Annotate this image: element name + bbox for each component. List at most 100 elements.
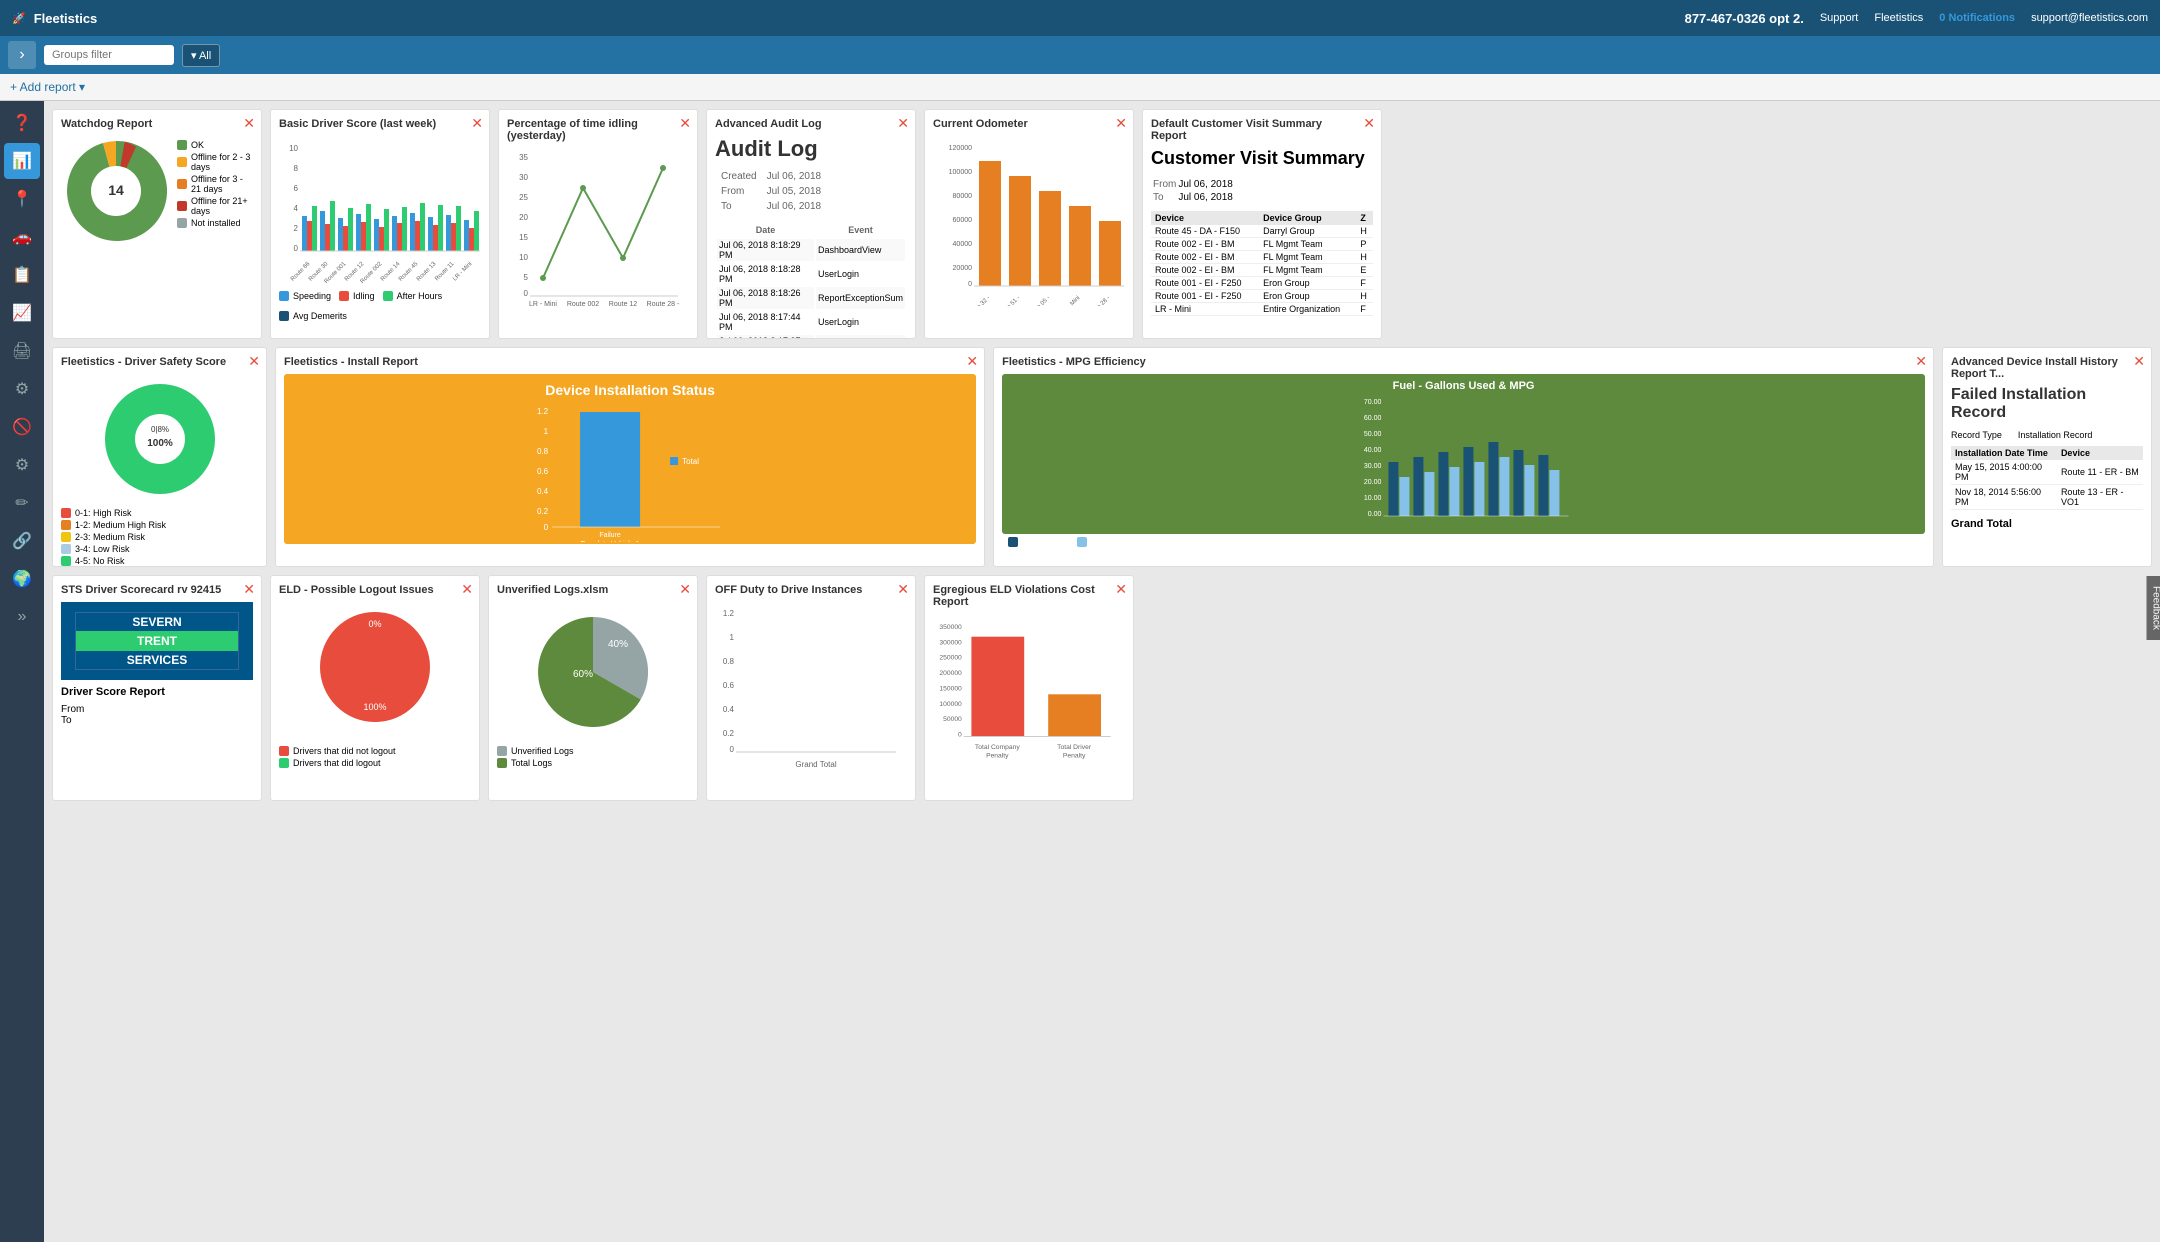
sidebar-item-block[interactable]: 🚫 [4, 409, 40, 445]
cv-to: Jul 06, 2018 [1178, 192, 1233, 203]
svg-text:Total Company: Total Company [975, 744, 1020, 751]
watchdog-close[interactable]: ✕ [243, 116, 255, 130]
svg-text:0.6: 0.6 [723, 681, 735, 690]
odometer-close[interactable]: ✕ [1115, 116, 1127, 130]
add-report-button[interactable]: + Add report ▾ [10, 80, 85, 94]
svg-text:20: 20 [519, 213, 528, 222]
svg-text:Route 51 -: Route 51 - [997, 295, 1021, 306]
eld-pie-chart: 0% 100% [310, 602, 440, 742]
fleetistics-link[interactable]: Fleetistics [1874, 12, 1923, 24]
phone-number: 877-467-0326 opt 2. [1685, 11, 1804, 26]
sts-report-title: Driver Score Report [61, 686, 253, 698]
pct-idling-widget: Percentage of time idling (yesterday) ✕ … [498, 109, 698, 339]
pct-idling-close[interactable]: ✕ [679, 116, 691, 130]
sidebar-item-print[interactable]: 🖨 [4, 333, 40, 369]
legend-21plus: Offline for 21+ days [191, 196, 253, 216]
mpg-close[interactable]: ✕ [1915, 354, 1927, 368]
audit-meta-table: CreatedJul 06, 2018 FromJul 05, 2018 ToJ… [715, 168, 827, 215]
user-email[interactable]: support@fleetistics.com [2031, 12, 2148, 24]
sidebar-item-settings[interactable]: ⚙ [4, 371, 40, 407]
groups-filter-input[interactable] [44, 45, 174, 65]
table-row: Route 45 - DA - F150Darryl GroupH [1151, 225, 1373, 238]
svg-text:4: 4 [294, 204, 299, 213]
svg-text:Failure: Failure [599, 532, 621, 539]
svg-text:Route 12: Route 12 [609, 301, 638, 308]
customer-visit-close[interactable]: ✕ [1363, 116, 1375, 130]
sidebar-item-help[interactable]: ❓ [4, 105, 40, 141]
sidebar-item-more[interactable]: » [4, 599, 40, 635]
svg-text:Template Vehicle 1: Template Vehicle 1 [581, 541, 640, 542]
svg-text:2: 2 [294, 224, 299, 233]
fi-header: Failed Installation Record [1951, 386, 2143, 422]
svg-text:0.8: 0.8 [537, 447, 549, 456]
sidebar-item-config[interactable]: ⚙ [4, 447, 40, 483]
driver-safety-widget: Fleetistics - Driver Safety Score ✕ 0|8%… [52, 347, 267, 567]
feedback-tab[interactable]: Feedback [2147, 576, 2160, 640]
legend-idling: Idling [353, 291, 375, 301]
svg-text:40%: 40% [608, 639, 628, 650]
svg-text:0.4: 0.4 [537, 487, 549, 496]
svg-text:14: 14 [108, 182, 124, 198]
audit-log-widget: Advanced Audit Log ✕ Audit Log CreatedJu… [706, 109, 916, 339]
svg-text:40000: 40000 [953, 241, 973, 248]
legend-total-logs: Total Logs [511, 758, 552, 768]
svg-text:30: 30 [519, 173, 528, 182]
failed-install-close[interactable]: ✕ [2133, 354, 2145, 368]
svg-text:0|8%: 0|8% [150, 425, 168, 434]
sts-title: STS Driver Scorecard rv 92415 [61, 584, 253, 596]
svg-text:0: 0 [294, 244, 299, 253]
sidebar-item-dashboard[interactable]: 📊 [4, 143, 40, 179]
svg-text:0.6: 0.6 [537, 467, 549, 476]
svg-text:Penalty: Penalty [1063, 753, 1086, 760]
nav-chevron[interactable]: › [8, 41, 36, 69]
sidebar-item-reports[interactable]: 📋 [4, 257, 40, 293]
svg-text:60000: 60000 [953, 217, 973, 224]
audit-row: Jul 06, 2018 8:17:37 PMUserLogin [717, 335, 905, 339]
legend-high-risk: 0-1: High Risk [75, 508, 132, 518]
sts-close[interactable]: ✕ [243, 582, 255, 596]
support-link[interactable]: Support [1820, 12, 1859, 24]
offduty-close[interactable]: ✕ [897, 582, 909, 596]
sidebar-item-chart[interactable]: 📈 [4, 295, 40, 331]
sts-line3: SERVICES [76, 651, 238, 669]
driver-safety-close[interactable]: ✕ [248, 354, 260, 368]
notifications-badge[interactable]: 0 Notifications [1939, 12, 2015, 24]
svg-text:6: 6 [294, 184, 299, 193]
fi-col-date: Installation Date Time [1951, 446, 2057, 460]
eld-logout-close[interactable]: ✕ [461, 582, 473, 596]
audit-log-header: Audit Log [715, 136, 907, 162]
customer-visit-title: Default Customer Visit Summary Report [1151, 118, 1373, 142]
svg-text:Route 28 -: Route 28 - [647, 301, 680, 308]
all-dropdown[interactable]: ▾ All [182, 44, 220, 67]
sts-line1: SEVERN [76, 613, 238, 631]
unverified-close[interactable]: ✕ [679, 582, 691, 596]
install-report-close[interactable]: ✕ [966, 354, 978, 368]
svg-text:8: 8 [294, 164, 299, 173]
table-row: Nov 18, 2014 5:56:00 PMRoute 13 - ER - V… [1951, 485, 2143, 510]
legend-ok: OK [191, 140, 204, 150]
sidebar-item-vehicles[interactable]: 🚗 [4, 219, 40, 255]
sidebar-item-integrations[interactable]: 🔗 [4, 523, 40, 559]
sidebar-item-geo[interactable]: 🌍 [4, 561, 40, 597]
table-row: May 15, 2015 4:00:00 PMRoute 11 - ER - B… [1951, 460, 2143, 485]
audit-log-close[interactable]: ✕ [897, 116, 909, 130]
sidebar-item-edit[interactable]: ✏ [4, 485, 40, 521]
svg-text:0.4: 0.4 [723, 705, 735, 714]
svg-text:10: 10 [519, 253, 528, 262]
svg-text:60%: 60% [573, 669, 593, 680]
legend-sum-gal: Sum of Gal [1022, 537, 1067, 547]
sidebar-item-map[interactable]: 📍 [4, 181, 40, 217]
table-row: Route 002 - EI - BMFL Mgmt TeamP [1151, 238, 1373, 251]
watchdog-widget: Watchdog Report ✕ 14 [52, 109, 262, 339]
unverified-title: Unverified Logs.xlsm [497, 584, 689, 596]
svg-text:0%: 0% [368, 619, 381, 629]
audit-entries-table: Date Event Jul 06, 2018 8:18:29 PMDashbo… [715, 221, 907, 339]
device-install-bg: Device Installation Status 1.2 1 0.8 0.6… [284, 374, 976, 544]
driver-score-title: Basic Driver Score (last week) [279, 118, 481, 130]
svg-text:100%: 100% [147, 438, 173, 449]
svg-text:LR - Mini: LR - Mini [452, 261, 473, 282]
driver-score-close[interactable]: ✕ [471, 116, 483, 130]
egregious-close[interactable]: ✕ [1115, 582, 1127, 596]
top-bar: 🚀 Fleetistics 877-467-0326 opt 2. Suppor… [0, 0, 2160, 36]
mpg-chart: 70.00 60.00 50.00 40.00 30.00 20.00 10.0… [1008, 392, 1919, 532]
